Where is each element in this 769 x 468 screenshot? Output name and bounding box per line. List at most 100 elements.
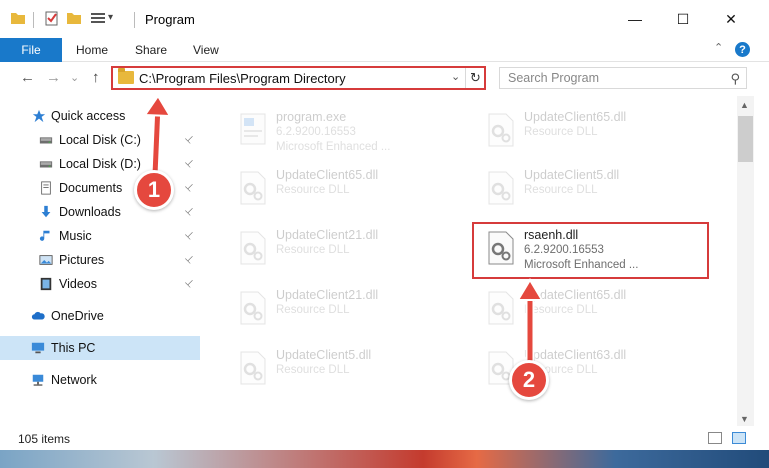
scroll-thumb[interactable] bbox=[738, 116, 753, 162]
dll-file-icon bbox=[238, 170, 268, 206]
file-detail: Resource DLL bbox=[524, 304, 598, 316]
pin-icon[interactable]: ⊥ bbox=[182, 181, 196, 195]
tab-home[interactable]: Home bbox=[76, 38, 108, 62]
item-count: 105 items bbox=[18, 432, 71, 446]
close-button[interactable]: ✕ bbox=[708, 0, 754, 38]
sidebar-item-label: Local Disk (C:) bbox=[59, 133, 141, 147]
pin-icon[interactable]: ⊥ bbox=[182, 205, 196, 219]
search-input[interactable]: Search Program ⚲ bbox=[499, 67, 747, 89]
pin-icon[interactable]: ⊥ bbox=[182, 253, 196, 267]
sidebar-item-pictures[interactable]: Pictures ⊥ bbox=[0, 248, 200, 272]
vertical-scrollbar[interactable]: ▲ ▼ bbox=[737, 96, 754, 426]
dll-file-icon bbox=[486, 112, 516, 148]
highlight-box bbox=[472, 222, 709, 279]
dll-file-icon bbox=[238, 350, 268, 386]
minimize-button[interactable]: — bbox=[612, 0, 658, 38]
sidebar-item-quick-access[interactable]: Quick access bbox=[0, 104, 200, 128]
large-icons-view-icon[interactable] bbox=[732, 432, 746, 444]
file-item[interactable]: UpdateClient5.dll Resource DLL bbox=[224, 342, 464, 397]
music-icon bbox=[38, 229, 54, 243]
separator bbox=[33, 12, 34, 28]
sidebar-item-this-pc[interactable]: This PC bbox=[0, 336, 200, 360]
back-icon[interactable]: ← bbox=[20, 69, 35, 86]
drive-icon bbox=[38, 133, 54, 147]
collapse-ribbon-icon[interactable]: ⌃ bbox=[714, 41, 723, 54]
window-title: Program bbox=[145, 12, 195, 27]
documents-icon bbox=[38, 181, 54, 195]
sidebar-item-local-disk-c[interactable]: Local Disk (C:) ⊥ bbox=[0, 128, 200, 152]
tab-share[interactable]: Share bbox=[135, 38, 167, 62]
file-name: UpdateClient5.dll bbox=[276, 348, 372, 362]
file-item[interactable]: UpdateClient21.dll Resource DLL bbox=[224, 222, 464, 277]
sidebar-item-downloads[interactable]: Downloads ⊥ bbox=[0, 200, 200, 224]
properties-icon[interactable] bbox=[44, 10, 60, 26]
recent-locations-icon[interactable]: ⌄ bbox=[70, 71, 79, 84]
details-view-icon[interactable] bbox=[708, 432, 722, 444]
dll-file-icon bbox=[238, 230, 268, 266]
pin-icon[interactable]: ⊥ bbox=[182, 229, 196, 243]
sidebar-item-network[interactable]: Network bbox=[0, 368, 200, 392]
tab-view[interactable]: View bbox=[193, 38, 219, 62]
sidebar-item-label: Pictures bbox=[59, 253, 105, 267]
scroll-down-icon[interactable]: ▼ bbox=[740, 414, 749, 424]
file-description: Microsoft Enhanced ... bbox=[276, 141, 391, 153]
videos-icon bbox=[38, 277, 54, 291]
sidebar-item-videos[interactable]: Videos ⊥ bbox=[0, 272, 200, 296]
toolbar-dropdown-icon[interactable]: ▾ bbox=[108, 12, 113, 23]
address-bar[interactable]: C:\Program Files\Program Directory ⌄ ↻ bbox=[111, 66, 486, 90]
network-icon bbox=[32, 374, 44, 386]
file-name: UpdateClient5.dll bbox=[524, 168, 620, 182]
sidebar-item-local-disk-d[interactable]: Local Disk (D:) ⊥ bbox=[0, 152, 200, 176]
file-name: UpdateClient63.dll bbox=[524, 348, 627, 362]
file-detail: 6.2.9200.16553 bbox=[276, 126, 356, 138]
pictures-icon bbox=[38, 253, 54, 267]
file-name: UpdateClient65.dll bbox=[524, 110, 627, 124]
search-placeholder: Search Program bbox=[508, 71, 600, 85]
file-item[interactable]: UpdateClient65.dll Resource DLL bbox=[472, 282, 712, 337]
folder-icon bbox=[11, 13, 25, 24]
customize-toolbar-icon[interactable] bbox=[90, 10, 106, 26]
dll-file-icon bbox=[238, 290, 268, 326]
file-detail: Resource DLL bbox=[276, 244, 350, 256]
maximize-button[interactable]: ☐ bbox=[660, 0, 706, 38]
file-item[interactable]: UpdateClient65.dll Resource DLL bbox=[224, 162, 464, 217]
scroll-up-icon[interactable]: ▲ bbox=[740, 100, 749, 110]
file-name: UpdateClient65.dll bbox=[524, 288, 627, 302]
up-icon[interactable]: ↑ bbox=[92, 69, 100, 86]
help-icon[interactable]: ? bbox=[735, 42, 750, 57]
pin-icon[interactable]: ⊥ bbox=[182, 133, 196, 147]
tab-file[interactable]: File bbox=[0, 38, 62, 62]
file-list: program.exe 6.2.9200.16553 Microsoft Enhan… bbox=[210, 96, 737, 426]
file-detail: Resource DLL bbox=[276, 364, 350, 376]
star-icon bbox=[32, 109, 46, 123]
file-item[interactable]: UpdateClient21.dll Resource DLL bbox=[224, 282, 464, 337]
file-item[interactable]: UpdateClient5.dll Resource DLL bbox=[472, 162, 712, 217]
callout-badge-1: 1 bbox=[134, 170, 174, 210]
search-icon[interactable]: ⚲ bbox=[730, 71, 740, 87]
address-dropdown-icon[interactable]: ⌄ bbox=[451, 70, 460, 83]
file-item[interactable]: UpdateClient63.dll Resource DLL bbox=[472, 342, 712, 397]
file-item[interactable]: program.exe 6.2.9200.16553 Microsoft Enhan… bbox=[224, 104, 464, 159]
downloads-icon bbox=[38, 205, 54, 219]
callout-badge-2: 2 bbox=[509, 360, 549, 400]
sidebar-item-onedrive[interactable]: OneDrive bbox=[0, 304, 200, 328]
forward-icon[interactable]: → bbox=[46, 69, 61, 86]
navigation-bar: ← → ⌄ ↑ C:\Program Files\Program Directo… bbox=[0, 62, 769, 96]
sidebar-item-label: Local Disk (D:) bbox=[59, 157, 141, 171]
drive-icon bbox=[38, 157, 54, 171]
sidebar-item-label: Downloads bbox=[59, 205, 121, 219]
new-folder-icon[interactable] bbox=[66, 10, 82, 26]
sidebar-item-label: Music bbox=[59, 229, 92, 243]
file-detail: Resource DLL bbox=[276, 184, 350, 196]
refresh-icon[interactable]: ↻ bbox=[465, 68, 485, 88]
separator bbox=[134, 12, 135, 28]
pin-icon[interactable]: ⊥ bbox=[182, 157, 196, 171]
pin-icon[interactable]: ⊥ bbox=[182, 277, 196, 291]
navigation-pane: Quick access Local Disk (C:) ⊥ Local Disk … bbox=[0, 96, 210, 426]
sidebar-item-music[interactable]: Music ⊥ bbox=[0, 224, 200, 248]
file-item[interactable]: UpdateClient65.dll Resource DLL bbox=[472, 104, 712, 159]
ribbon: File Home Share View ⌃ ? bbox=[0, 38, 769, 62]
file-name: UpdateClient65.dll bbox=[276, 168, 379, 182]
file-detail: Resource DLL bbox=[524, 184, 598, 196]
address-path[interactable]: C:\Program Files\Program Directory bbox=[139, 71, 346, 86]
